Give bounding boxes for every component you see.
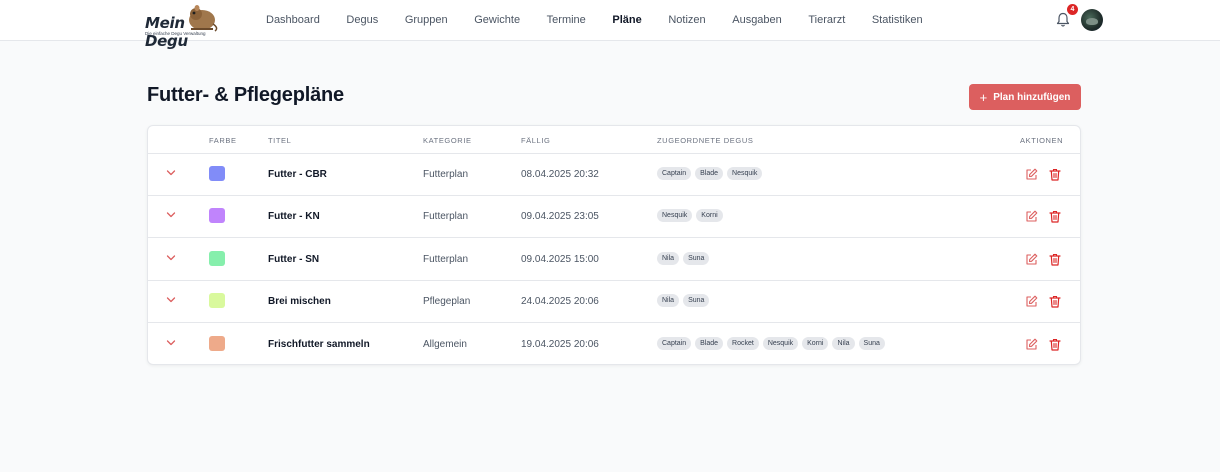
table-header: Farbe Titel Kategorie Fällig Zugeordnete… <box>148 126 1080 154</box>
header-title: Titel <box>268 136 292 145</box>
assigned-degus: Captain Blade Rocket Nesquik Korni Nila Suna <box>657 336 889 350</box>
degu-tag: Blade <box>695 167 724 180</box>
bell-icon[interactable] <box>1056 12 1070 28</box>
degu-tag: Suna <box>683 251 710 265</box>
edit-icon[interactable] <box>1025 253 1038 266</box>
degu-tag: Nesquik <box>657 209 693 223</box>
plan-category: Futterplan <box>423 211 469 223</box>
page-title: Futter- & Pflegepläne <box>147 84 344 106</box>
plan-color-swatch <box>209 293 225 309</box>
nav-item-degus[interactable]: Degus <box>346 14 378 26</box>
edit-icon[interactable] <box>1025 338 1038 351</box>
plan-title: Futter - SN <box>268 253 320 265</box>
plan-category: Allgemein <box>423 338 467 350</box>
trash-icon[interactable] <box>1049 295 1061 308</box>
plan-title: Futter - KN <box>268 211 320 223</box>
table-row[interactable]: Futter - SN Futterplan 09.04.2025 15:00 Nil… <box>148 239 1080 281</box>
nav-item-dashboard[interactable]: Dashboard <box>266 14 320 26</box>
table-row[interactable]: Frischfutter sammeln Allgemein 19.04.2025 … <box>148 324 1080 366</box>
plan-due-date: 24.04.2025 20:06 <box>521 296 599 308</box>
assigned-degus: Nila Suna <box>657 251 713 265</box>
nav-item-termine[interactable]: Termine <box>547 14 586 26</box>
chevron-down-icon[interactable] <box>166 296 176 304</box>
trash-icon[interactable] <box>1049 338 1061 351</box>
degu-tag: Captain <box>657 167 692 180</box>
degu-mascot-icon <box>189 5 218 32</box>
degu-tag: Suna <box>683 294 710 308</box>
top-navbar: Mein Degu Die einfache Degu Verwaltung D… <box>0 0 1220 50</box>
assigned-degus: Nila Suna <box>657 294 713 308</box>
chevron-down-icon[interactable] <box>166 254 176 262</box>
nav-item-gewichte[interactable]: Gewichte <box>474 14 520 26</box>
plan-due-date: 09.04.2025 23:05 <box>521 211 599 223</box>
add-plan-button-label: Plan hinzufügen <box>993 91 1071 103</box>
chevron-down-icon[interactable] <box>166 339 176 347</box>
plan-category: Pflegeplan <box>423 296 471 308</box>
edit-icon[interactable] <box>1025 210 1038 223</box>
degu-tag: Captain <box>657 336 692 350</box>
plan-due-date: 08.04.2025 20:32 <box>521 169 599 180</box>
header-category: Kategorie <box>423 136 472 145</box>
trash-icon[interactable] <box>1049 168 1061 181</box>
nav-item-pläne[interactable]: Pläne <box>612 14 641 26</box>
chevron-down-icon[interactable] <box>166 211 176 219</box>
degu-tag: Korni <box>696 209 723 223</box>
user-avatar[interactable] <box>1081 9 1103 31</box>
brand-logo[interactable]: Mein Degu Die einfache Degu Verwaltung <box>145 2 225 50</box>
degu-tag: Nila <box>832 336 855 350</box>
add-plan-button[interactable]: + Plan hinzufügen <box>969 84 1081 110</box>
chevron-down-icon[interactable] <box>166 169 176 177</box>
plans-table: Farbe Titel Kategorie Fällig Zugeordnete… <box>147 125 1081 365</box>
plan-due-date: 09.04.2025 15:00 <box>521 253 599 265</box>
edit-icon[interactable] <box>1025 295 1038 308</box>
nav-item-ausgaben[interactable]: Ausgaben <box>732 14 782 26</box>
table-row[interactable]: Futter - CBR Futterplan 08.04.2025 20:32 Ca… <box>148 154 1080 196</box>
plan-category: Futterplan <box>423 169 469 180</box>
plan-title: Brei mischen <box>268 296 331 308</box>
trash-icon[interactable] <box>1049 210 1061 223</box>
assigned-degus: Captain Blade Nesquik <box>657 167 766 180</box>
plus-icon: + <box>979 89 988 105</box>
degu-tag: Nesquik <box>762 336 799 350</box>
plan-title: Futter - CBR <box>268 169 327 180</box>
header-due: Fällig <box>521 136 551 145</box>
plan-color-swatch <box>209 250 225 266</box>
degu-tag: Rocket <box>727 336 759 350</box>
plan-color-swatch <box>209 335 225 351</box>
brand-tagline: Die einfache Degu Verwaltung <box>145 31 206 36</box>
header-color: Farbe <box>209 136 237 145</box>
plan-title: Frischfutter sammeln <box>268 338 370 350</box>
main-navigation: Dashboard Degus Gruppen Gewichte Termine Plän… <box>266 0 949 40</box>
trash-icon[interactable] <box>1049 253 1061 266</box>
header-degus: Zugeordnete Degus <box>657 136 754 145</box>
degu-tag: Blade <box>695 336 724 350</box>
nav-item-tierarzt[interactable]: Tierarzt <box>808 14 845 26</box>
nav-item-notizen[interactable]: Notizen <box>668 14 705 26</box>
notification-badge: 4 <box>1067 4 1078 15</box>
plan-color-swatch <box>209 208 225 224</box>
degu-tag: Suna <box>858 336 885 350</box>
nav-item-gruppen[interactable]: Gruppen <box>405 14 448 26</box>
header-actions: Aktionen <box>1020 136 1064 145</box>
degu-tag: Korni <box>802 336 829 350</box>
table-row[interactable]: Futter - KN Futterplan 09.04.2025 23:05 Nes… <box>148 196 1080 239</box>
edit-icon[interactable] <box>1025 168 1038 181</box>
degu-tag: Nila <box>657 251 680 265</box>
degu-tag: Nila <box>657 294 680 308</box>
plan-due-date: 19.04.2025 20:06 <box>521 338 599 350</box>
plan-category: Futterplan <box>423 253 469 265</box>
nav-item-statistiken[interactable]: Statistiken <box>872 14 923 26</box>
assigned-degus: Nesquik Korni <box>657 209 727 223</box>
degu-tag: Nesquik <box>727 167 763 180</box>
table-row[interactable]: Brei mischen Pflegeplan 24.04.2025 20:06 Ni… <box>148 281 1080 324</box>
plan-color-swatch <box>209 166 225 181</box>
